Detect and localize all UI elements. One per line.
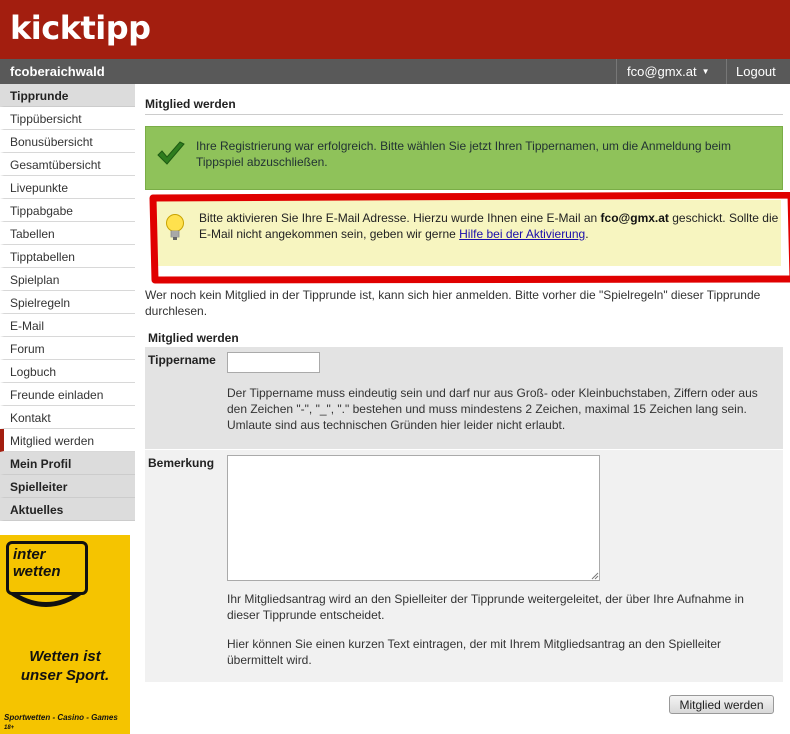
ad-swoosh-icon [8, 593, 84, 607]
sidebar-section-spielleiter[interactable]: Spielleiter [0, 475, 135, 498]
bemerkung-label: Bemerkung [148, 456, 215, 470]
tippername-help-text: Der Tippername muss eindeutig sein und d… [227, 386, 758, 432]
title-divider [145, 114, 783, 115]
sidebar-item-logbuch[interactable]: Logbuch [0, 360, 135, 383]
sidebar-item-spielplan[interactable]: Spielplan [0, 268, 135, 291]
logout-link[interactable]: Logout [726, 59, 790, 84]
sidebar-item-kontakt[interactable]: Kontakt [0, 406, 135, 429]
ad-logo-line2: wetten [13, 563, 61, 580]
sidebar-item-freunde-einladen[interactable]: Freunde einladen [0, 383, 135, 406]
sidebar-item-tippabgabe[interactable]: Tippabgabe [0, 199, 135, 222]
sidebar-item-spielregeln[interactable]: Spielregeln [0, 291, 135, 314]
bemerkung-textarea[interactable] [227, 455, 600, 581]
ad-logo-line1: inter [13, 546, 46, 563]
tippername-label: Tippername [148, 353, 216, 367]
bemerkung-help-text-1: Ihr Mitgliedsantrag wird an den Spiellei… [227, 592, 744, 622]
sidebar-item-gesamtuebersicht[interactable]: Gesamtübersicht [0, 153, 135, 176]
caret-down-icon: ▼ [701, 67, 710, 76]
bemerkung-row: Bemerkung Ihr Mitgliedsantrag wird an de… [145, 449, 783, 682]
success-message-text: Ihre Registrierung war erfolgreich. Bitt… [196, 139, 731, 169]
sidebar-item-forum[interactable]: Forum [0, 337, 135, 360]
ad-logo-text: inter wetten [13, 546, 61, 580]
user-menu[interactable]: fco@gmx.at ▼ [616, 59, 726, 84]
header-bar: kicktipp [0, 0, 790, 59]
ad-age-badge: 18+ [4, 725, 15, 731]
form-heading: Mitglied werden [148, 331, 239, 345]
sidebar-item-tippuebersicht[interactable]: Tippübersicht [0, 107, 135, 130]
mitglied-werden-button[interactable]: Mitglied werden [669, 695, 774, 714]
tippername-row: Tippername Der Tippername muss eindeutig… [145, 347, 783, 449]
sidebar-item-tipptabellen[interactable]: Tipptabellen [0, 245, 135, 268]
user-email: fco@gmx.at [627, 64, 697, 79]
red-highlight-outline [149, 192, 790, 284]
sidebar-section-tipprunde[interactable]: Tipprunde [0, 84, 135, 107]
ad-slogan: Wetten ist unser Sport. [0, 647, 130, 685]
checkmark-icon [157, 141, 185, 165]
ad-footer: Sportwetten - Casino - Games 18+ [4, 713, 130, 731]
sidebar-item-livepunkte[interactable]: Livepunkte [0, 176, 135, 199]
activation-info-box: Bitte aktivieren Sie Ihre E-Mail Adresse… [149, 192, 790, 284]
success-message-box: Ihre Registrierung war erfolgreich. Bitt… [145, 126, 783, 190]
group-name[interactable]: fcoberaichwald [10, 64, 105, 79]
intro-text: Wer noch kein Mitglied in der Tipprunde … [145, 288, 761, 318]
bemerkung-help-text-2: Hier können Sie einen kurzen Text eintra… [227, 637, 722, 667]
navbar: fcoberaichwald fco@gmx.at ▼ Logout [0, 59, 790, 84]
sidebar-item-tabellen[interactable]: Tabellen [0, 222, 135, 245]
sidebar-section-mein-profil[interactable]: Mein Profil [0, 452, 135, 475]
interwetten-ad-banner[interactable]: inter wetten Wetten ist unser Sport. Sport… [0, 535, 130, 734]
interwetten-logo: inter wetten [6, 541, 88, 595]
ad-slogan-line1: Wetten ist [29, 648, 101, 665]
sidebar-section-aktuelles[interactable]: Aktuelles [0, 498, 135, 521]
page-title: Mitglied werden [145, 97, 236, 111]
sidebar-item-mitglied-werden[interactable]: Mitglied werden [0, 429, 135, 452]
sidebar-item-bonusuebersicht[interactable]: Bonusübersicht [0, 130, 135, 153]
ad-footer-text: Sportwetten - Casino - Games [4, 713, 118, 722]
sidebar: Tipprunde Tippübersicht Bonusübersicht G… [0, 84, 135, 521]
ad-slogan-line2: unser Sport. [20, 667, 110, 684]
kicktipp-logo[interactable]: kicktipp [10, 9, 151, 47]
resize-grip-icon[interactable] [591, 572, 599, 580]
tippername-input[interactable] [227, 352, 320, 373]
sidebar-item-email[interactable]: E-Mail [0, 314, 135, 337]
